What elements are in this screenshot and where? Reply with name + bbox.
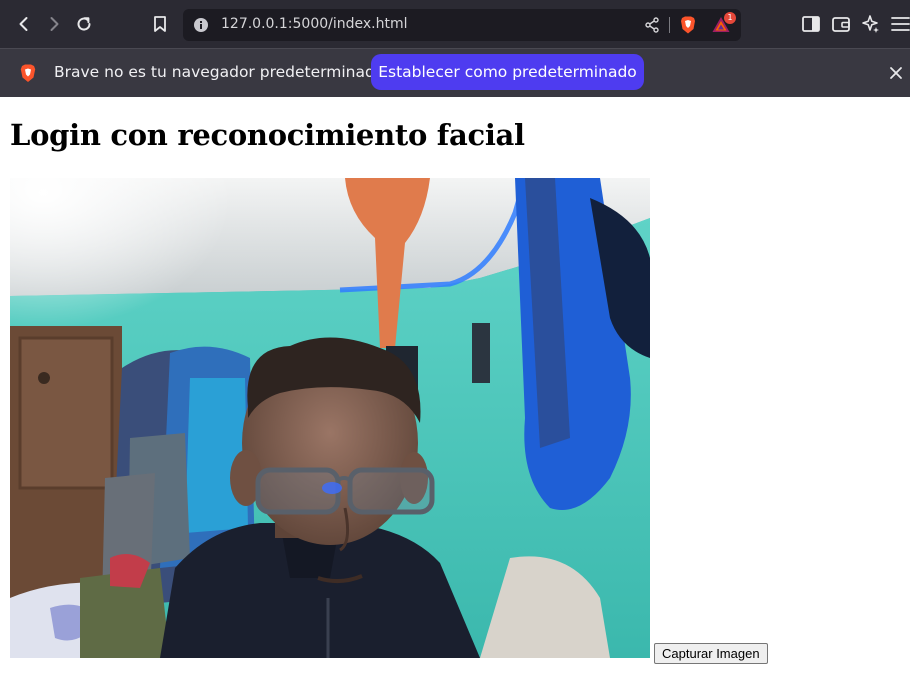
back-button[interactable] (10, 10, 38, 38)
bookmark-button[interactable] (146, 10, 174, 38)
page-title: Login con reconocimiento facial (10, 118, 525, 152)
default-browser-infobar: Brave no es tu navegador predeterminado … (0, 48, 910, 97)
leo-ai-icon[interactable] (861, 14, 881, 38)
webcam-frame (10, 178, 650, 658)
bookmark-icon (154, 16, 166, 32)
reload-button[interactable] (70, 10, 98, 38)
capture-image-button[interactable]: Capturar Imagen (654, 643, 768, 664)
site-info-icon[interactable] (193, 17, 209, 37)
forward-button[interactable] (40, 10, 68, 38)
share-icon[interactable] (643, 16, 661, 38)
brave-logo-icon (18, 63, 38, 88)
reload-icon (77, 17, 91, 31)
back-icon (19, 17, 28, 31)
browser-toolbar: 127.0.0.1:5000/index.html 1 (0, 0, 910, 48)
close-icon[interactable] (889, 65, 903, 84)
address-bar-divider (669, 17, 670, 33)
url-text[interactable]: 127.0.0.1:5000/index.html (221, 16, 408, 32)
rewards-badge: 1 (724, 12, 736, 24)
webcam-video-feed (10, 178, 650, 658)
address-bar[interactable]: 127.0.0.1:5000/index.html 1 (183, 9, 741, 41)
menu-icon[interactable] (891, 14, 910, 38)
infobar-message: Brave no es tu navegador predeterminado (54, 63, 385, 81)
page-content: Login con reconocimiento facial Capturar… (0, 98, 910, 685)
sidebar-icon[interactable] (801, 14, 821, 38)
brave-shields-icon[interactable] (678, 15, 698, 39)
forward-icon (50, 17, 59, 31)
set-default-button[interactable]: Establecer como predeterminado (371, 54, 644, 90)
wallet-icon[interactable] (831, 14, 851, 38)
